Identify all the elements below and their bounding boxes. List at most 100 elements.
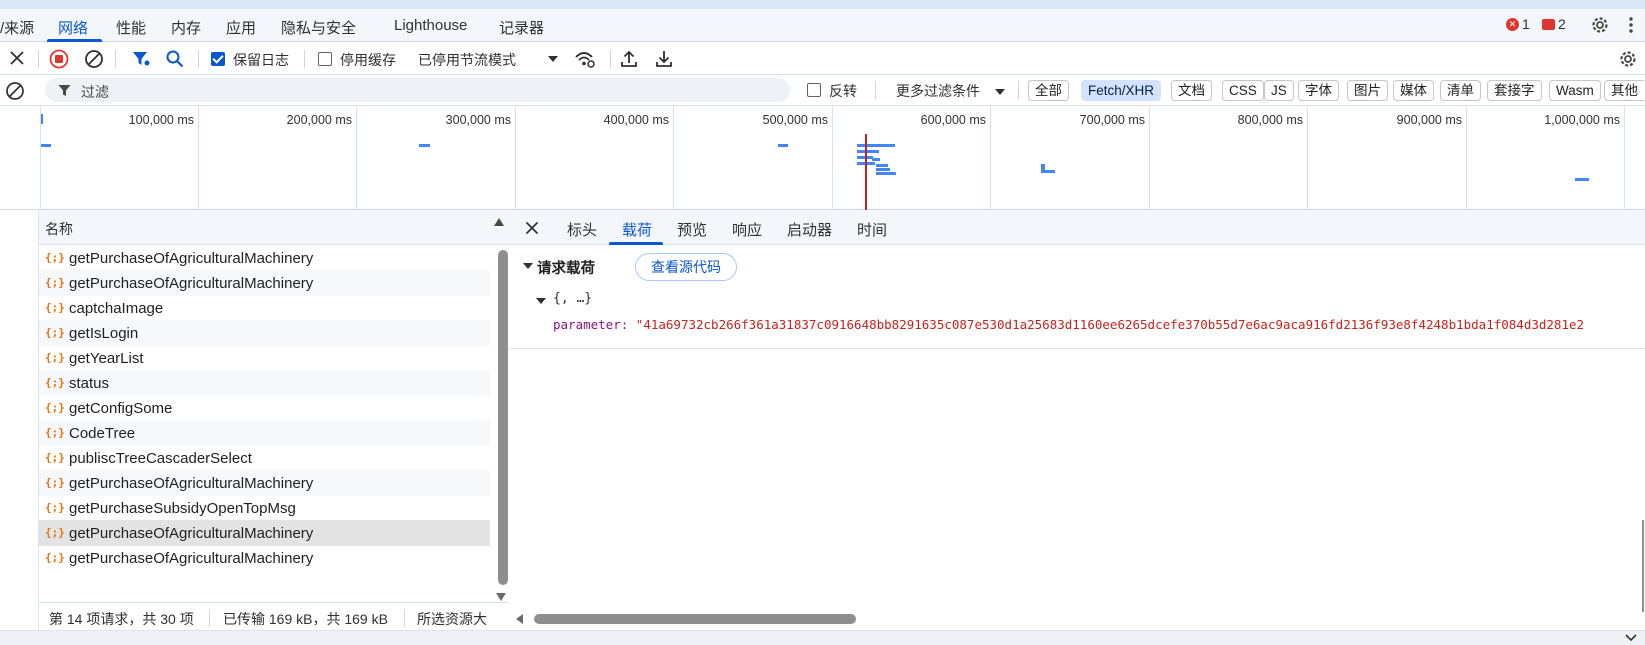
request-name: CodeTree — [69, 424, 136, 442]
request-list: 名称 {;} getPurchaseOfAgriculturalMachinery… — [39, 210, 509, 630]
settings-gear-icon[interactable] — [1590, 15, 1610, 35]
errors-badge[interactable]: ✕ 1 — [1506, 16, 1530, 32]
request-name: getYearList — [69, 349, 144, 367]
type-filter-img[interactable]: 图片 — [1347, 80, 1388, 101]
detail-horizontal-scroll-thumb[interactable] — [534, 614, 856, 624]
table-row[interactable]: {;} CodeTree — [39, 420, 490, 446]
table-row[interactable]: {;} getIsLogin — [39, 320, 490, 346]
filter-input[interactable]: 过滤 — [45, 78, 790, 102]
tab-sources[interactable]: /来源 — [0, 17, 34, 38]
preserve-log-checkbox[interactable] — [211, 52, 225, 66]
tab-payload[interactable]: 载荷 — [622, 219, 652, 240]
toolbar-divider — [115, 50, 116, 68]
invert-checkbox[interactable] — [807, 83, 821, 97]
view-source-button[interactable]: 查看源代码 — [635, 253, 737, 281]
overview-request-bar — [1041, 170, 1055, 173]
table-row[interactable]: {;} getPurchaseOfAgriculturalMachinery — [39, 470, 490, 496]
overview-request-bar — [857, 150, 879, 153]
tab-application[interactable]: 应用 — [226, 17, 256, 38]
stop-recording-icon[interactable] — [49, 49, 69, 69]
clear-icon[interactable] — [84, 49, 104, 69]
network-conditions-icon[interactable] — [574, 49, 596, 69]
table-row[interactable]: {;} getPurchaseOfAgriculturalMachinery — [39, 520, 490, 546]
overview-tick-label: 800,000 ms — [1237, 113, 1303, 127]
tab-recorder[interactable]: 记录器 — [499, 17, 544, 38]
type-filter-media[interactable]: 媒体 — [1393, 80, 1434, 101]
status-divider — [404, 609, 405, 627]
overview-tick-label: 600,000 ms — [920, 113, 986, 127]
table-row[interactable]: {;} getPurchaseSubsidyOpenTopMsg — [39, 495, 490, 521]
table-row[interactable]: {;} getPurchaseOfAgriculturalMachinery — [39, 245, 490, 271]
tab-privacy-security[interactable]: 隐私与安全 — [281, 17, 356, 38]
table-row[interactable]: {;} getPurchaseOfAgriculturalMachinery — [39, 270, 490, 296]
type-filter-wasm[interactable]: Wasm — [1549, 80, 1601, 101]
type-filter-doc[interactable]: 文档 — [1171, 80, 1212, 101]
sort-ascending-icon[interactable] — [493, 217, 505, 227]
tab-response[interactable]: 响应 — [732, 219, 762, 240]
type-filter-fetch-xhr[interactable]: Fetch/XHR — [1081, 80, 1162, 101]
filter-funnel-icon[interactable] — [131, 49, 151, 69]
object-expand-triangle-icon[interactable] — [536, 297, 546, 305]
preserve-log-label: 保留日志 — [233, 52, 289, 68]
network-toolbar: 保留日志 停用缓存 已停用节流模式 — [0, 42, 1645, 75]
disable-cache-label: 停用缓存 — [340, 52, 396, 68]
tab-headers[interactable]: 标头 — [567, 219, 597, 240]
tab-preview[interactable]: 预览 — [677, 219, 707, 240]
payload-parameter-row[interactable]: parameter: "41a69732cb266f361a31837c0916… — [553, 317, 1645, 332]
chevron-down-icon[interactable] — [995, 88, 1005, 96]
detail-vertical-scroll-thumb[interactable] — [1642, 520, 1644, 612]
type-filter-js[interactable]: JS — [1264, 80, 1294, 101]
xhr-request-icon: {;} — [45, 451, 65, 464]
tab-network[interactable]: 网络 — [58, 17, 88, 38]
type-filter-other[interactable]: 其他 — [1604, 80, 1644, 101]
table-row[interactable]: {;} captchaImage — [39, 295, 490, 321]
more-filters-dropdown[interactable]: 更多过滤条件 — [896, 81, 980, 101]
tab-initiator[interactable]: 启动器 — [787, 219, 832, 240]
clipped-table-row — [39, 232, 490, 245]
table-row[interactable]: {;} getConfigSome — [39, 395, 490, 421]
disable-cache-checkbox[interactable] — [318, 52, 332, 66]
type-filter-all[interactable]: 全部 — [1028, 80, 1069, 101]
xhr-request-icon: {;} — [45, 551, 65, 564]
errors-count: 1 — [1522, 16, 1530, 32]
table-row[interactable]: {;} getPurchaseOfAgriculturalMachinery — [39, 545, 490, 571]
chevron-down-icon[interactable] — [1625, 634, 1637, 642]
parameter-value: "41a69732cb266f361a31837c0916648bb829163… — [635, 317, 1585, 332]
tab-memory[interactable]: 内存 — [171, 17, 201, 38]
network-settings-gear-icon[interactable] — [1618, 49, 1638, 69]
request-payload-section: 请求载荷 查看源代码 {, …} parameter: "41a69732cb2… — [509, 245, 1645, 349]
table-row[interactable]: {;} getYearList — [39, 345, 490, 371]
scroll-left-arrow-icon[interactable] — [516, 614, 524, 624]
tab-lighthouse[interactable]: Lighthouse — [394, 17, 467, 34]
request-name: getPurchaseOfAgriculturalMachinery — [69, 549, 314, 567]
close-drawer-icon[interactable] — [9, 50, 25, 66]
request-list-scroll-thumb[interactable] — [498, 250, 508, 585]
type-filter-socket[interactable]: 套接字 — [1487, 80, 1542, 101]
throttling-select[interactable]: 已停用节流模式 — [418, 50, 516, 70]
scroll-down-arrow-icon[interactable] — [495, 592, 507, 602]
type-filter-manifest[interactable]: 清单 — [1440, 80, 1481, 101]
table-row[interactable]: {;} status — [39, 370, 490, 396]
block-requests-icon[interactable] — [5, 81, 25, 101]
table-row[interactable]: {;} publiscTreeCascaderSelect — [39, 445, 490, 471]
type-filter-css[interactable]: CSS — [1222, 80, 1264, 101]
export-har-icon[interactable] — [655, 49, 673, 69]
more-options-icon[interactable] — [1628, 15, 1634, 35]
tab-performance[interactable]: 性能 — [116, 17, 146, 38]
search-icon[interactable] — [165, 49, 185, 69]
tab-timing[interactable]: 时间 — [857, 219, 887, 240]
overview-request-bar — [41, 144, 51, 147]
section-expand-triangle-icon[interactable] — [523, 262, 533, 270]
toolbar-divider — [610, 50, 611, 68]
type-filter-font[interactable]: 字体 — [1298, 80, 1339, 101]
chevron-down-icon[interactable] — [548, 55, 558, 63]
invert-label: 反转 — [829, 83, 857, 99]
overview-gridline — [356, 106, 357, 210]
overview-tick-label: 900,000 ms — [1396, 113, 1462, 127]
xhr-request-icon: {;} — [45, 251, 65, 264]
close-detail-icon[interactable] — [525, 221, 539, 235]
import-har-icon[interactable] — [620, 49, 638, 69]
overview-timeline[interactable]: 100,000 ms 200,000 ms 300,000 ms 400,000… — [0, 106, 1645, 210]
request-name: status — [69, 374, 110, 392]
issues-badge[interactable]: 2 — [1542, 16, 1566, 32]
